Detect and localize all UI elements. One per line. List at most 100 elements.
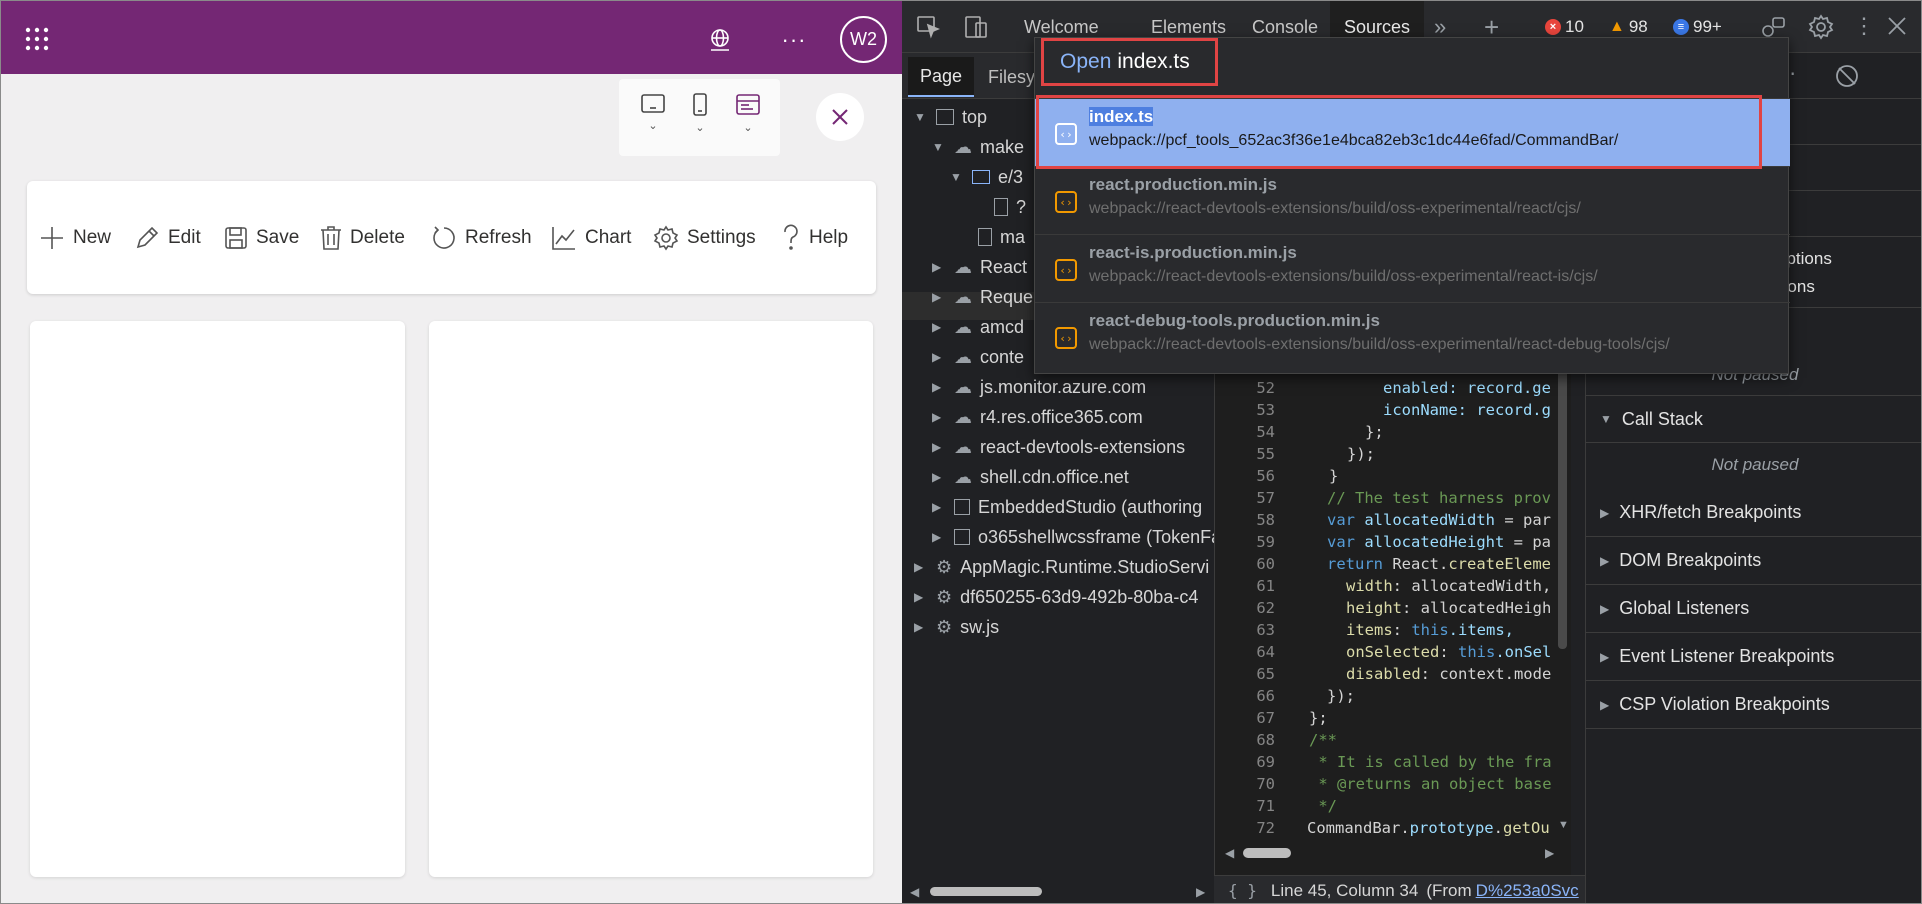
frame-icon [936,109,954,125]
warning-count-badge[interactable]: ▲ 98 [1609,15,1648,39]
tree-item-reque[interactable]: ▶ ☁ Reque [932,283,1033,311]
quick-open-result[interactable]: ‹› react-is.production.min.js webpack://… [1035,234,1790,302]
tree-item-make[interactable]: ▼ ☁ make [932,133,1024,161]
tree-item-ma[interactable]: ma [978,223,1025,251]
tree-item-frame[interactable]: ▶ o365shellwcssframe (TokenFa [932,523,1214,551]
tab-page[interactable]: Page [908,57,974,97]
collapse-triangle-icon: ▶ [1600,649,1610,664]
deactivate-breakpoints-icon[interactable] [1834,63,1860,89]
section-xhr-breakpoints[interactable]: ▶ XHR/fetch Breakpoints [1586,489,1921,537]
code-line: }; [1365,423,1384,441]
tree-label: AppMagic.Runtime.StudioServi [960,557,1210,577]
close-devtools-icon[interactable] [1886,15,1908,42]
refresh-button[interactable]: Refresh [431,224,532,252]
tree-item-domain[interactable]: ▶ ☁ shell.cdn.office.net [932,463,1129,491]
section-call-stack[interactable]: ▼ Call Stack [1586,395,1921,443]
device-preview-bar: ⌄ ⌄ ⌄ [619,79,780,156]
environment-globe-icon[interactable] [705,25,735,55]
tree-item-amcd[interactable]: ▶ ☁ amcd [932,313,1024,341]
tree-item-folder[interactable]: ▼ e/3 [950,163,1023,191]
section-csp-violation-breakpoints[interactable]: ▶ CSP Violation Breakpoints [1586,681,1921,729]
cloud-icon: ☁ [954,347,972,367]
code-line: var allocatedWidth = par [1327,511,1551,529]
result-name: react-debug-tools.production.min.js [1089,311,1380,330]
quick-open-result[interactable]: ‹› react.production.min.js webpack://rea… [1035,166,1790,234]
line-number: 71 [1256,797,1275,815]
tree-item-top[interactable]: ▼ top [914,103,987,131]
tablet-icon [641,94,665,113]
error-count: 10 [1565,17,1584,36]
delete-button[interactable]: Delete [320,224,405,252]
device-emulation-icon[interactable] [964,15,990,44]
tree-label: e/3 [998,167,1024,187]
close-preview-button[interactable] [816,93,864,141]
phone-icon [693,93,707,116]
tree-item-worker[interactable]: ▶ ⚙ df650255-63d9-492b-80ba-c4 [914,583,1198,611]
tree-item-worker[interactable]: ▶ ⚙ AppMagic.Runtime.StudioServi [914,553,1209,581]
tree-label: EmbeddedStudio (authoring [978,497,1203,517]
quick-open-input[interactable]: Open index.ts [1041,38,1218,86]
tree-item-frame[interactable]: ▶ EmbeddedStudio (authoring [932,493,1202,521]
scroll-down-icon[interactable]: ▼ [1558,819,1569,831]
line-number: 65 [1256,665,1275,683]
save-button[interactable]: Save [224,224,299,252]
error-count-badge[interactable]: × 10 [1545,15,1584,39]
tree-label: df650255-63d9-492b-80ba-c4 [960,587,1199,607]
model-driven-app: ··· W2 ⌄ ⌄ ⌄ New Edit Save Delete Refres… [1,1,902,903]
scroll-right-icon[interactable]: ▶ [1196,885,1205,899]
code-line: } [1329,467,1339,485]
scroll-left-icon[interactable]: ◀ [1225,846,1234,860]
editor-horizontal-scrollbar[interactable] [1243,848,1291,858]
section-global-listeners[interactable]: ▶ Global Listeners [1586,585,1921,633]
tree-item-domain[interactable]: ▶ ☁ js.monitor.azure.com [932,373,1146,401]
tree-item-worker[interactable]: ▶ ⚙ sw.js [914,613,999,641]
settings-button[interactable]: Settings [653,224,756,252]
issues-count-badge[interactable]: ≡ 99+ [1673,15,1722,39]
code-text: : allocatedHeigh [1402,599,1552,617]
source-map-link[interactable]: D%253a0Svc [1476,881,1579,901]
tree-item-domain[interactable]: ▶ ☁ r4.res.office365.com [932,403,1143,431]
new-button[interactable]: New [39,224,111,252]
tree-item-domain[interactable]: ▶ ☁ react-devtools-extensions [932,433,1185,461]
content-panel-right [429,321,873,877]
section-event-listener-breakpoints[interactable]: ▶ Event Listener Breakpoints [1586,633,1921,681]
scroll-left-icon[interactable]: ◀ [910,885,919,899]
inspect-element-icon[interactable] [916,15,941,44]
tree-item-react[interactable]: ▶ ☁ React [932,253,1027,281]
code-line: * It is called by the fra [1309,753,1552,771]
desktop-preview-button[interactable]: ⌄ [728,93,768,141]
code-line: iconName: record.g [1383,401,1551,419]
scroll-right-icon[interactable]: ▶ [1545,846,1554,860]
question-icon [784,224,798,250]
command-bar: New Edit Save Delete Refresh Chart Setti… [27,181,876,294]
section-title: XHR/fetch Breakpoints [1619,502,1802,522]
more-options-icon[interactable]: ··· [779,25,809,55]
kebab-menu-icon[interactable]: ⋮ [1853,13,1875,39]
keyword: this [1458,643,1496,661]
phone-preview-button[interactable]: ⌄ [680,93,720,141]
quick-open-result[interactable]: ‹› react-debug-tools.production.min.js w… [1035,302,1790,370]
warning-icon: ▲ [1609,18,1625,35]
tablet-preview-button[interactable]: ⌄ [633,93,673,141]
settings-gear-icon[interactable] [1808,14,1834,45]
help-button[interactable]: Help [781,224,848,252]
quick-open-query: index.ts [1117,50,1190,73]
chart-icon [552,227,575,250]
tree-item-conte[interactable]: ▶ ☁ conte [932,343,1024,371]
tree-label: ma [1000,227,1026,247]
edit-button[interactable]: Edit [134,224,201,252]
tree-label: React [980,257,1028,277]
section-dom-breakpoints[interactable]: ▶ DOM Breakpoints [1586,537,1921,585]
collapse-triangle-icon: ▶ [1600,505,1610,520]
avatar[interactable]: W2 [840,16,887,63]
chart-button[interactable]: Chart [551,224,631,252]
tree-item-selected[interactable]: ? [994,193,1026,221]
pretty-print-icon[interactable]: { } [1228,881,1257,900]
code-line: }); [1347,445,1375,463]
code-text: React. [1383,555,1449,573]
result-path: webpack://react-devtools-extensions/buil… [1089,336,1670,353]
web-browser-icon [736,94,760,115]
tree-scrollbar[interactable] [930,887,1042,896]
line-number: 55 [1256,445,1275,463]
app-launcher-icon[interactable] [23,25,51,53]
